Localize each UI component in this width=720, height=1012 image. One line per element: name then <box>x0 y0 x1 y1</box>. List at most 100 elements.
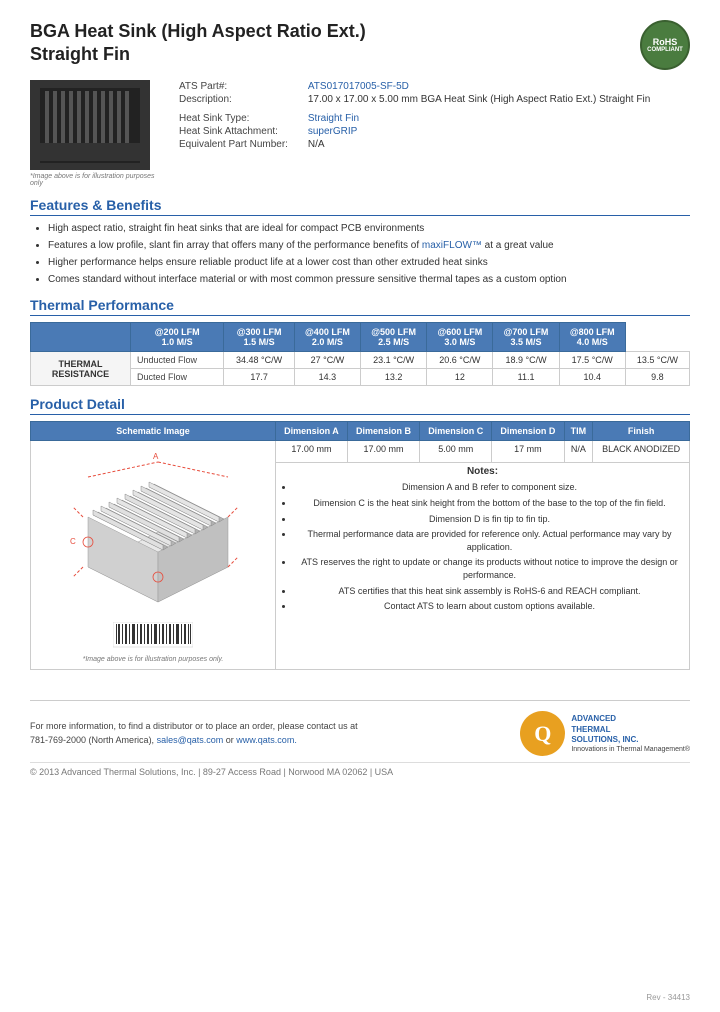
unducted-600: 18.9 °C/W <box>493 352 559 369</box>
part-label: ATS Part#: <box>175 80 304 93</box>
footer-contact-text: For more information, to find a distribu… <box>30 720 358 747</box>
unducted-300: 27 °C/W <box>294 352 360 369</box>
ducted-700: 10.4 <box>559 369 625 386</box>
col-700lfm: @700 LFM3.5 M/S <box>493 323 559 352</box>
note-4: Thermal performance data are provided fo… <box>294 528 685 553</box>
heat-sink-type-value: Straight Fin <box>308 113 359 124</box>
dim-d-header: Dimension D <box>492 422 564 441</box>
product-image <box>30 80 150 170</box>
ducted-600: 11.1 <box>493 369 559 386</box>
attachment-label: Heat Sink Attachment: <box>175 125 304 138</box>
part-number: ATS017017005-SF-5D <box>308 81 409 92</box>
detail-values-row: A B C <box>31 441 690 463</box>
thermal-performance-heading: Thermal Performance <box>30 297 690 316</box>
schematic-caption: *Image above is for illustration purpose… <box>83 656 224 663</box>
footer-area: For more information, to find a distribu… <box>30 700 690 777</box>
spec-row-part: ATS Part#: ATS017017005-SF-5D <box>175 80 690 93</box>
feature-item-1: High aspect ratio, straight fin heat sin… <box>48 222 690 236</box>
schematic-container: A B C <box>37 447 269 663</box>
unducted-500: 20.6 °C/W <box>427 352 493 369</box>
schematic-header: Schematic Image <box>31 422 276 441</box>
dim-b-header: Dimension B <box>347 422 419 441</box>
note-6: ATS certifies that this heat sink assemb… <box>294 585 685 598</box>
footer-section: For more information, to find a distribu… <box>30 700 690 756</box>
description-value: 17.00 x 17.00 x 5.00 mm BGA Heat Sink (H… <box>304 93 690 106</box>
thermal-resistance-label: THERMAL RESISTANCE <box>31 352 131 386</box>
col-800lfm: @800 LFM4.0 M/S <box>559 323 625 352</box>
product-image-box: *Image above is for illustration purpose… <box>30 80 160 187</box>
ducted-300: 14.3 <box>294 369 360 386</box>
rev-text: Rev - 34413 <box>646 993 690 1002</box>
dim-d-value: 17 mm <box>492 441 564 463</box>
product-detail-table: Schematic Image Dimension A Dimension B … <box>30 421 690 670</box>
unducted-700: 17.5 °C/W <box>559 352 625 369</box>
spec-row-description: Description: 17.00 x 17.00 x 5.00 mm BGA… <box>175 93 690 106</box>
unducted-400: 23.1 °C/W <box>361 352 427 369</box>
svg-text:A: A <box>153 452 159 461</box>
equiv-part-label: Equivalent Part Number: <box>175 138 304 151</box>
ats-logo-text-block: ADVANCED THERMAL SOLUTIONS, INC. Innovat… <box>571 714 690 752</box>
product-detail-heading: Product Detail <box>30 396 690 415</box>
maxiflow-link[interactable]: maxiFLOW™ <box>422 240 482 251</box>
ducted-200: 17.7 <box>224 369 294 386</box>
ducted-400: 13.2 <box>361 369 427 386</box>
ats-logo: Q ADVANCED THERMAL SOLUTIONS, INC. Innov… <box>520 711 690 756</box>
dim-a-value: 17.00 mm <box>276 441 348 463</box>
spec-row-equiv: Equivalent Part Number: N/A <box>175 138 690 151</box>
ats-logo-circle: Q <box>520 711 565 756</box>
svg-text:C: C <box>70 537 76 546</box>
note-5: ATS reserves the right to update or chan… <box>294 556 685 581</box>
feature-item-4: Comes standard without interface materia… <box>48 273 690 287</box>
notes-title: Notes: <box>280 466 685 477</box>
finish-header: Finish <box>593 422 690 441</box>
col-200lfm: @200 LFM1.0 M/S <box>131 323 224 352</box>
footer-copyright: © 2013 Advanced Thermal Solutions, Inc. … <box>30 762 690 777</box>
or-text: or <box>226 735 234 745</box>
ats-company-name: ADVANCED THERMAL SOLUTIONS, INC. <box>571 714 690 745</box>
image-caption: *Image above is for illustration purpose… <box>30 173 160 187</box>
note-7: Contact ATS to learn about custom option… <box>294 600 685 613</box>
ats-tagline: Innovations in Thermal Management® <box>571 746 690 753</box>
description-label: Description: <box>175 93 304 106</box>
ducted-500: 12 <box>427 369 493 386</box>
ducted-800: 9.8 <box>625 369 689 386</box>
heat-sink-type-label: Heat Sink Type: <box>175 112 304 125</box>
product-specs: ATS Part#: ATS017017005-SF-5D Descriptio… <box>175 80 690 187</box>
attachment-value: superGRIP <box>308 126 357 137</box>
dim-b-value: 17.00 mm <box>347 441 419 463</box>
spec-row-attachment: Heat Sink Attachment: superGRIP <box>175 125 690 138</box>
email-link[interactable]: sales@qats.com <box>157 735 224 745</box>
title-line1: BGA Heat Sink (High Aspect Ratio Ext.) <box>30 20 366 43</box>
website-link[interactable]: www.qats.com. <box>236 735 297 745</box>
title-line2: Straight Fin <box>30 43 366 66</box>
equiv-part-value: N/A <box>304 138 690 151</box>
note-2: Dimension C is the heat sink height from… <box>294 497 685 510</box>
dim-a-header: Dimension A <box>276 422 348 441</box>
product-title: BGA Heat Sink (High Aspect Ratio Ext.) S… <box>30 20 366 67</box>
features-heading: Features & Benefits <box>30 197 690 216</box>
finish-value: BLACK ANODIZED <box>593 441 690 463</box>
features-list: High aspect ratio, straight fin heat sin… <box>30 222 690 287</box>
spec-table: ATS Part#: ATS017017005-SF-5D Descriptio… <box>175 80 690 151</box>
feature-item-3: Higher performance helps ensure reliable… <box>48 256 690 270</box>
rohs-badge: RoHS COMPLIANT <box>640 20 690 70</box>
detail-table-header: Schematic Image Dimension A Dimension B … <box>31 422 690 441</box>
page: BGA Heat Sink (High Aspect Ratio Ext.) S… <box>0 0 720 1012</box>
perf-table-header-row: @200 LFM1.0 M/S @300 LFM1.5 M/S @400 LFM… <box>31 323 690 352</box>
note-1: Dimension A and B refer to component siz… <box>294 481 685 494</box>
ats-q-letter: Q <box>534 721 551 747</box>
notes-list: Dimension A and B refer to component siz… <box>280 481 685 612</box>
ducted-flow-label: Ducted Flow <box>131 369 224 386</box>
barcode-svg <box>113 622 193 652</box>
col-400lfm: @400 LFM2.0 M/S <box>294 323 360 352</box>
feature-item-2: Features a low profile, slant fin array … <box>48 239 690 253</box>
unducted-200: 34.48 °C/W <box>224 352 294 369</box>
tim-value: N/A <box>564 441 593 463</box>
schematic-svg: A B C <box>68 447 238 617</box>
col-600lfm: @600 LFM3.0 M/S <box>427 323 493 352</box>
tim-header: TIM <box>564 422 593 441</box>
rohs-text: RoHS <box>653 37 678 47</box>
schematic-image-cell: A B C <box>31 441 276 670</box>
heatsink-illustration <box>35 83 145 168</box>
col-300lfm: @300 LFM1.5 M/S <box>224 323 294 352</box>
